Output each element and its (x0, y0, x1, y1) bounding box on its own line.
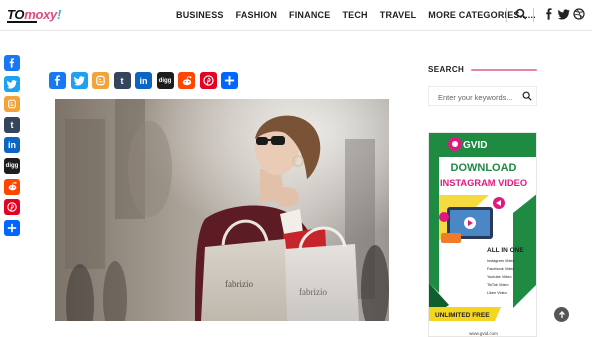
tumblr-icon: t (120, 75, 124, 86)
floating-share-bar: t in digg (4, 55, 20, 240)
ad-banner[interactable]: GVID DOWNLOAD INSTAGRAM VIDEO ALL IN ONE… (428, 132, 537, 337)
share-pinterest-button[interactable] (199, 72, 217, 89)
share-reddit-button[interactable] (4, 178, 20, 195)
nav-fashion[interactable]: FASHION (236, 10, 277, 20)
header-divider (506, 8, 507, 22)
featured-image: fabrizio fabrizio (55, 99, 389, 321)
ad-list-item: Youtube Video (487, 275, 512, 279)
share-tumblr-button[interactable]: t (4, 116, 20, 133)
share-pinterest-button[interactable] (4, 199, 20, 216)
ad-headline-1: DOWNLOAD (451, 162, 517, 174)
header-divider (533, 8, 534, 22)
share-facebook-button[interactable] (4, 55, 20, 71)
arrow-up-icon (558, 310, 565, 318)
linkedin-icon: in (139, 75, 148, 86)
main-nav: BUSINESS FASHION FINANCE TECH TRAVEL MOR… (176, 10, 548, 20)
share-more-button[interactable] (221, 72, 238, 89)
ad-headline-2: INSTAGRAM VIDEO (440, 178, 527, 188)
search-icon[interactable] (515, 8, 527, 20)
gvid-ad-artwork: GVID DOWNLOAD INSTAGRAM VIDEO ALL IN ONE… (429, 133, 536, 336)
plus-icon (224, 75, 235, 86)
ad-list-item: Facebook Video (487, 267, 514, 271)
plus-icon (7, 223, 17, 232)
share-digg-button[interactable]: digg (156, 72, 174, 89)
reddit-icon (8, 182, 17, 191)
share-linkedin-button[interactable]: in (135, 72, 152, 89)
digg-icon: digg (5, 162, 19, 169)
site-header: TOmoxy! BUSINESS FASHION FINANCE TECH TR… (0, 0, 592, 31)
twitter-icon[interactable] (558, 8, 570, 20)
nav-tech[interactable]: TECH (342, 10, 367, 20)
share-blogger-button[interactable] (4, 96, 20, 113)
share-twitter-button[interactable] (4, 75, 20, 92)
pinterest-icon (202, 75, 214, 86)
ad-list-item: Instagram Video (487, 259, 515, 263)
ad-cta: UNLIMITED FREE (435, 312, 490, 319)
linkedin-icon: in (8, 140, 16, 151)
share-twitter-button[interactable] (70, 72, 88, 89)
blogger-icon (96, 75, 105, 86)
dribbble-icon[interactable] (573, 8, 585, 20)
bag-brand-label: fabrizio (299, 287, 327, 297)
search-icon[interactable] (522, 91, 532, 101)
nav-business[interactable]: BUSINESS (176, 10, 224, 20)
share-facebook-button[interactable] (49, 72, 66, 89)
logo-text-bang: ! (56, 7, 62, 22)
ad-list-item: Likee Video (487, 291, 507, 295)
facebook-icon (54, 75, 60, 86)
logo-underline (7, 21, 37, 23)
share-digg-button[interactable]: digg (4, 157, 20, 174)
share-tumblr-button[interactable]: t (113, 72, 131, 89)
blogger-icon (8, 99, 16, 109)
twitter-icon (73, 76, 85, 86)
share-more-button[interactable] (4, 219, 20, 236)
scroll-to-top-button[interactable] (554, 307, 569, 322)
ad-brand: GVID (463, 140, 487, 151)
reddit-icon (182, 75, 191, 85)
search-widget-title: SEARCH (428, 65, 465, 74)
share-linkedin-button[interactable]: in (4, 137, 20, 154)
post-share-bar: t in digg (49, 72, 238, 89)
nav-finance[interactable]: FINANCE (289, 10, 330, 20)
share-reddit-button[interactable] (178, 72, 195, 89)
search-input[interactable] (429, 88, 521, 107)
bag-brand-label: fabrizio (225, 279, 253, 289)
ad-url: www.gvid.com (469, 331, 498, 336)
share-blogger-button[interactable] (92, 72, 109, 89)
logo-text-to: TO (7, 7, 25, 22)
pinterest-icon (7, 202, 17, 212)
logo-text-moxy: moxy (24, 7, 57, 22)
nav-travel[interactable]: TRAVEL (380, 10, 417, 20)
ad-all-in-one: ALL IN ONE (487, 247, 524, 254)
facebook-icon[interactable] (543, 8, 555, 20)
ad-list-item: TikTok Video (487, 283, 509, 287)
woman-with-shopping-bags-photo: fabrizio fabrizio (55, 99, 389, 321)
tumblr-icon: t (10, 119, 14, 130)
site-logo[interactable]: TOmoxy! (7, 7, 62, 23)
digg-icon: digg (158, 77, 172, 84)
twitter-icon (7, 79, 17, 89)
search-form (428, 86, 537, 107)
facebook-icon (9, 58, 15, 68)
title-underline (471, 69, 537, 71)
